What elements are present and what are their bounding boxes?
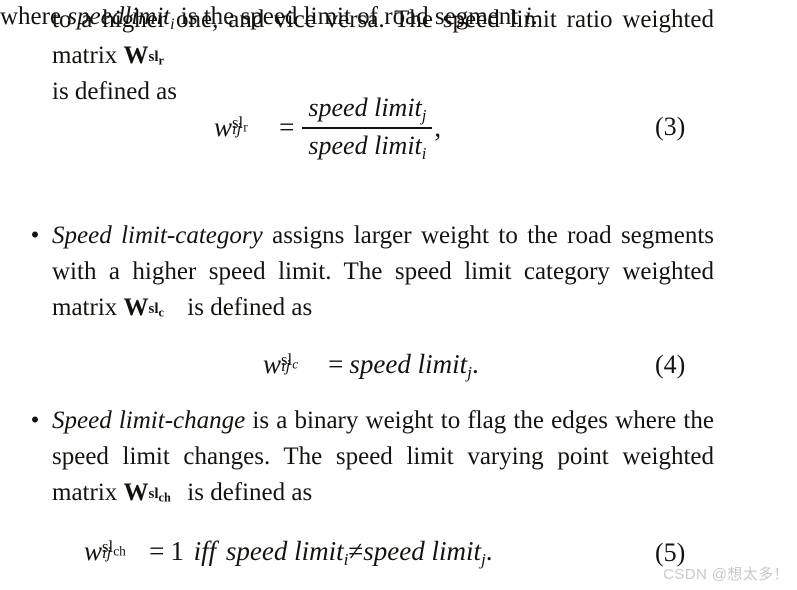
eq3-denominator: speed limiti [302, 130, 432, 164]
eq3-fraction: speed limitj speed limiti [302, 92, 433, 165]
eq3-numerator: speed limitj [302, 92, 432, 126]
eq3-operator: = [279, 112, 295, 143]
matrix-superscript-c-text: sl [148, 300, 159, 317]
bullet-marker-icon-2: • [30, 407, 40, 434]
bullet-item-speed-limit-category: • Speed limit-category assigns larger we… [31, 218, 714, 326]
eq5-lhs-symbol: w slch ij [84, 535, 126, 567]
eq5-relation-symbol: ≠ [348, 535, 364, 566]
eq5-lhs-base: w [84, 535, 103, 566]
equation-5-body: w slch ij = 1 iff speed limiti≠speed limitj. [84, 536, 493, 570]
bullet-change-emphasis: Speed limit-change [52, 407, 246, 434]
eq4-lhs-subscript: ij [281, 355, 291, 375]
matrix-superscript-text: sl [148, 48, 159, 65]
eq3-trailing-punctuation: , [434, 112, 442, 143]
matrix-superscript-ch: slch [148, 485, 171, 505]
csdn-watermark: CSDN @想太多！ [663, 566, 789, 583]
equation-3-body: w slr ij = speed limitj speed limiti, [214, 92, 442, 167]
matrix-superscript: slr [148, 48, 164, 68]
matrix-superscript-ch-sub: ch [158, 490, 171, 505]
bullet-item-speed-limit-change: • Speed limit-change is a binary weight … [31, 403, 714, 511]
eq5-condition: iff [193, 535, 217, 566]
eq3-lhs-subscript: ij [232, 118, 242, 138]
bullet-category-emphasis: Speed limit-category [52, 222, 263, 249]
eq3-lhs-base: w [214, 112, 233, 143]
matrix-superscript-ch-text: sl [148, 485, 159, 502]
equation-3-number: (3) [655, 112, 686, 141]
eq3-fraction-bar [302, 127, 433, 129]
eq5-operator: = [149, 535, 165, 566]
bullet-marker-icon: • [30, 222, 40, 249]
matrix-symbol-slr: Wslr [123, 38, 164, 74]
matrix-symbol-base-c: W [123, 294, 149, 321]
eq5-term2: speed limit [363, 535, 481, 566]
eq4-lhs-base: w [263, 348, 282, 379]
eq5-value: 1 [170, 535, 184, 566]
eq5-term1: speed limit [225, 535, 344, 566]
eq4-lhs-symbol: w slc ij [263, 348, 298, 380]
eq4-rhs-text: speed limit [349, 348, 468, 379]
eq4-operator: = [328, 348, 344, 379]
eq5-trailing-punctuation: . [485, 535, 493, 566]
matrix-superscript-c: slc [148, 300, 164, 320]
eq4-trailing-punctuation: . [471, 348, 479, 379]
matrix-symbol-slc: Wslc [123, 290, 164, 326]
bullet-change-text-after: is defined as [181, 479, 313, 506]
eq3-lhs-sup-sub: r [243, 119, 248, 135]
matrix-symbol-base-ch: W [123, 479, 149, 506]
matrix-superscript-sub: r [158, 53, 164, 68]
equation-4-number: (4) [655, 350, 686, 379]
eq3-lhs-symbol: w slr ij [214, 112, 248, 143]
equation-4-body: w slc ij = speed limitj. [263, 349, 479, 383]
eq5-lhs-sup-sub: ch [113, 543, 126, 559]
bullet-category-text-after: is defined as [181, 294, 313, 321]
eq3-denominator-text: speed limit [308, 131, 422, 160]
matrix-symbol-slch: Wslch [123, 475, 171, 511]
eq3-denominator-sub: i [421, 143, 427, 163]
eq3-numerator-text: speed limit [308, 92, 422, 122]
eq5-lhs-subscript: ij [102, 542, 112, 562]
eq4-lhs-sup-sub: c [292, 356, 299, 372]
eq3-numerator-sub: j [421, 105, 427, 125]
document-page: to a higher one, and vice versa. The spe… [0, 0, 797, 590]
matrix-superscript-c-sub: c [158, 305, 164, 320]
matrix-symbol-base: W [123, 42, 149, 69]
intro-line1-text: to a higher one, and vice versa. The spe… [52, 6, 613, 33]
